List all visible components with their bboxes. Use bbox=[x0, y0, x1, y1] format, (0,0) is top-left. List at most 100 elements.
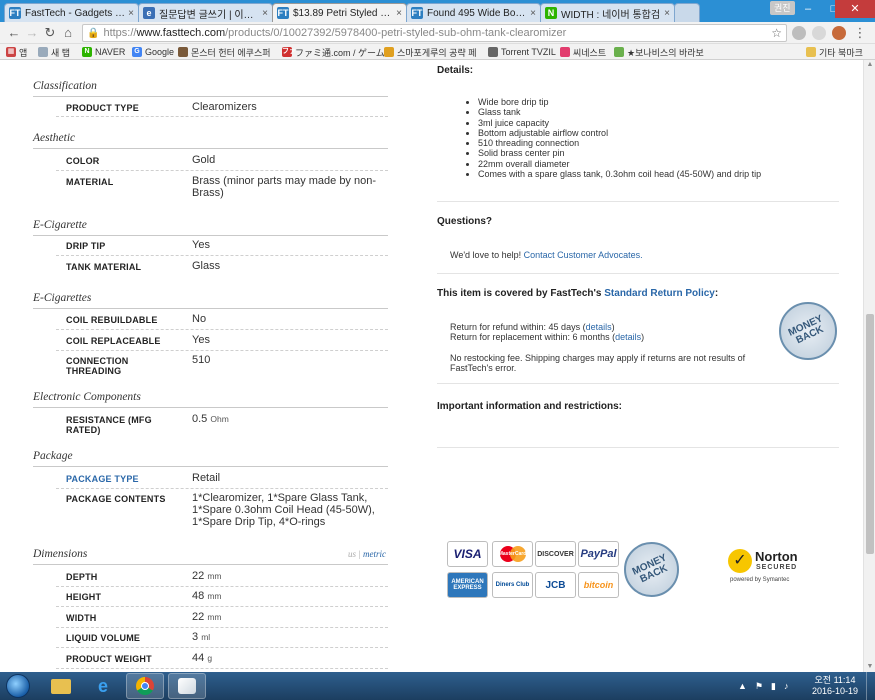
bookmark-icon bbox=[614, 47, 624, 57]
return-heading-prefix: This item is covered by FastTech's bbox=[437, 288, 602, 299]
spec-label: DRIP TIP bbox=[66, 241, 106, 251]
bookmark-smapo[interactable]: 스마포게루의 공략 페 bbox=[384, 46, 477, 58]
famitsu-icon: ファ bbox=[282, 47, 296, 57]
scrollbar-thumb[interactable] bbox=[866, 314, 874, 554]
fasttech-icon: FT bbox=[9, 7, 21, 19]
bookmark-torrent[interactable]: Torrent TVZIL bbox=[488, 46, 556, 58]
taskbar-clock[interactable]: 오전 11:14 2016-10-19 bbox=[810, 675, 860, 697]
tab-wide-bore[interactable]: FT Found 495 Wide Bore D × bbox=[406, 3, 541, 22]
tab-petri-product[interactable]: FT $13.89 Petri Styled Sub × bbox=[272, 3, 407, 22]
tab-title: Found 495 Wide Bore D bbox=[427, 7, 528, 19]
bitcoin-logo: bitcoin bbox=[578, 572, 619, 598]
bookmark-apps[interactable]: ▦ 앱 bbox=[6, 46, 27, 58]
menu-icon[interactable]: ⋮ bbox=[852, 25, 868, 41]
bookmark-other[interactable]: 기타 북마크 bbox=[806, 46, 863, 58]
bookmark-star-icon[interactable]: ☆ bbox=[771, 25, 782, 41]
close-tab-icon[interactable]: × bbox=[396, 8, 402, 19]
spec-value: 48 mm bbox=[192, 590, 382, 602]
bookmark-monster-hunter[interactable]: 몬스터 헌터 에쿠스퍼 bbox=[178, 46, 271, 58]
reload-icon[interactable]: ↻ bbox=[42, 25, 58, 41]
norton-name: Norton bbox=[755, 549, 798, 564]
lock-icon: 🔒 bbox=[87, 27, 100, 39]
refund-details-link[interactable]: details bbox=[586, 322, 612, 332]
tab-strip: FT FastTech - Gadgets and × e 질문답변 글쓰기 |… bbox=[0, 0, 875, 22]
spec-label: COIL REPLACEABLE bbox=[66, 336, 161, 346]
return-policy-link[interactable]: Standard Return Policy bbox=[604, 288, 715, 299]
tab-ebay[interactable]: e 질문답변 글쓰기 | 이베이 × bbox=[138, 3, 273, 22]
paint-taskbar-icon[interactable] bbox=[168, 673, 206, 699]
bookmark-label: 기타 북마크 bbox=[819, 47, 863, 58]
bookmark-newtab[interactable]: 새 탭 bbox=[38, 46, 70, 58]
tray-expand-icon[interactable]: ▲ bbox=[738, 681, 747, 691]
norton-secured-badge: ✓ Norton SECURED powered by Symantec bbox=[728, 547, 818, 587]
value-number: 3 bbox=[192, 631, 199, 643]
back-icon[interactable]: ← bbox=[6, 25, 22, 41]
bookmarks-bar: ▦ 앱 새 탭 N NAVER G Google 몬스터 헌터 에쿠스퍼 ファ … bbox=[0, 44, 875, 60]
value-unit: mm bbox=[207, 612, 222, 622]
new-tab-button[interactable] bbox=[674, 3, 700, 22]
spec-row: RESISTANCE (MFG RATED) 0.5 Ohm bbox=[56, 413, 388, 437]
show-desktop-button[interactable] bbox=[866, 672, 875, 700]
bookmark-naver[interactable]: N NAVER bbox=[82, 46, 125, 58]
money-back-badge: MONEY BACK bbox=[779, 302, 837, 360]
spec-value: 3 ml bbox=[192, 631, 382, 643]
volume-icon[interactable]: ♪ bbox=[784, 681, 789, 691]
spec-label-link[interactable]: PACKAGE TYPE bbox=[66, 474, 176, 484]
spec-value: Brass (minor parts may made by non-Brass… bbox=[192, 175, 377, 199]
mastercard-text: MasterCard bbox=[498, 551, 527, 557]
torrent-icon bbox=[488, 47, 498, 57]
ie-taskbar-icon[interactable]: e bbox=[84, 673, 122, 699]
tab-fasttech-home[interactable]: FT FastTech - Gadgets and × bbox=[4, 3, 139, 22]
close-tab-icon[interactable]: × bbox=[262, 8, 268, 19]
list-item: 510 threading connection bbox=[478, 138, 761, 148]
user-profile-badge[interactable]: 권진 bbox=[770, 1, 795, 15]
bookmark-bonavis[interactable]: ★보나비스의 바라보 bbox=[614, 46, 704, 58]
units-us-link[interactable]: us bbox=[348, 549, 356, 559]
forward-icon[interactable]: → bbox=[24, 25, 40, 41]
address-bar[interactable]: 🔒 https:// www.fasttech.com /products/0/… bbox=[82, 24, 787, 42]
home-icon[interactable]: ⌂ bbox=[60, 25, 76, 41]
diners-club-logo: Diners Club bbox=[492, 572, 533, 598]
bookmark-label: 스마포게루의 공략 페 bbox=[397, 47, 477, 58]
bookmark-famitsu[interactable]: ファ ファミ通.com / ゲーム bbox=[282, 46, 385, 58]
minimize-icon[interactable]: – bbox=[795, 0, 821, 18]
tab-naver-search[interactable]: N WIDTH : 네이버 통합검 × bbox=[540, 3, 675, 22]
bookmark-google[interactable]: G Google bbox=[132, 46, 174, 58]
spec-label: PACKAGE CONTENTS bbox=[66, 494, 166, 504]
page-scrollbar[interactable]: ▲ ▼ bbox=[863, 60, 875, 672]
folder-icon bbox=[51, 678, 71, 694]
spec-value: 510 bbox=[192, 354, 211, 366]
system-tray: ▲ ⚑ ▮ ♪ bbox=[738, 672, 788, 700]
close-tab-icon[interactable]: × bbox=[664, 8, 670, 19]
spec-label: RESISTANCE (MFG RATED) bbox=[66, 415, 152, 435]
start-button[interactable] bbox=[6, 674, 30, 698]
bookmark-cinest[interactable]: 씨네스트 bbox=[560, 46, 606, 58]
close-tab-icon[interactable]: × bbox=[128, 8, 134, 19]
units-toggle[interactable]: us | metric bbox=[348, 549, 386, 559]
network-icon[interactable]: ▮ bbox=[771, 681, 776, 692]
flag-icon[interactable]: ⚑ bbox=[755, 681, 763, 692]
extension-icon[interactable] bbox=[812, 26, 826, 40]
explorer-taskbar-icon[interactable] bbox=[42, 673, 80, 699]
chrome-taskbar-icon[interactable] bbox=[126, 673, 164, 699]
spec-row: COIL REPLACEABLE Yes bbox=[56, 334, 388, 351]
units-metric-link[interactable]: metric bbox=[363, 549, 386, 559]
bookmark-label: Google bbox=[145, 47, 175, 57]
naver-icon: N bbox=[545, 7, 557, 19]
value-unit: mm bbox=[207, 571, 222, 581]
important-info-heading: Important information and restrictions: bbox=[437, 401, 623, 412]
scroll-up-icon[interactable]: ▲ bbox=[864, 60, 875, 70]
divider bbox=[437, 273, 839, 274]
close-tab-icon[interactable]: × bbox=[530, 8, 536, 19]
extension-icon[interactable] bbox=[832, 26, 846, 40]
spec-label: LIQUID VOLUME bbox=[66, 633, 141, 643]
replacement-details-link[interactable]: details bbox=[615, 332, 641, 342]
scroll-down-icon[interactable]: ▼ bbox=[864, 662, 875, 672]
bookmark-label: 몬스터 헌터 에쿠스퍼 bbox=[191, 47, 271, 58]
details-list: Wide bore drip tip Glass tank 3ml juice … bbox=[478, 97, 761, 179]
close-window-icon[interactable]: ✕ bbox=[835, 0, 875, 18]
spec-label: CONNECTION THREADING bbox=[66, 356, 129, 376]
contact-advocates-link[interactable]: Contact Customer Advocates. bbox=[524, 250, 643, 260]
bookmark-label: 새 탭 bbox=[51, 47, 71, 58]
extension-icon[interactable] bbox=[792, 26, 806, 40]
